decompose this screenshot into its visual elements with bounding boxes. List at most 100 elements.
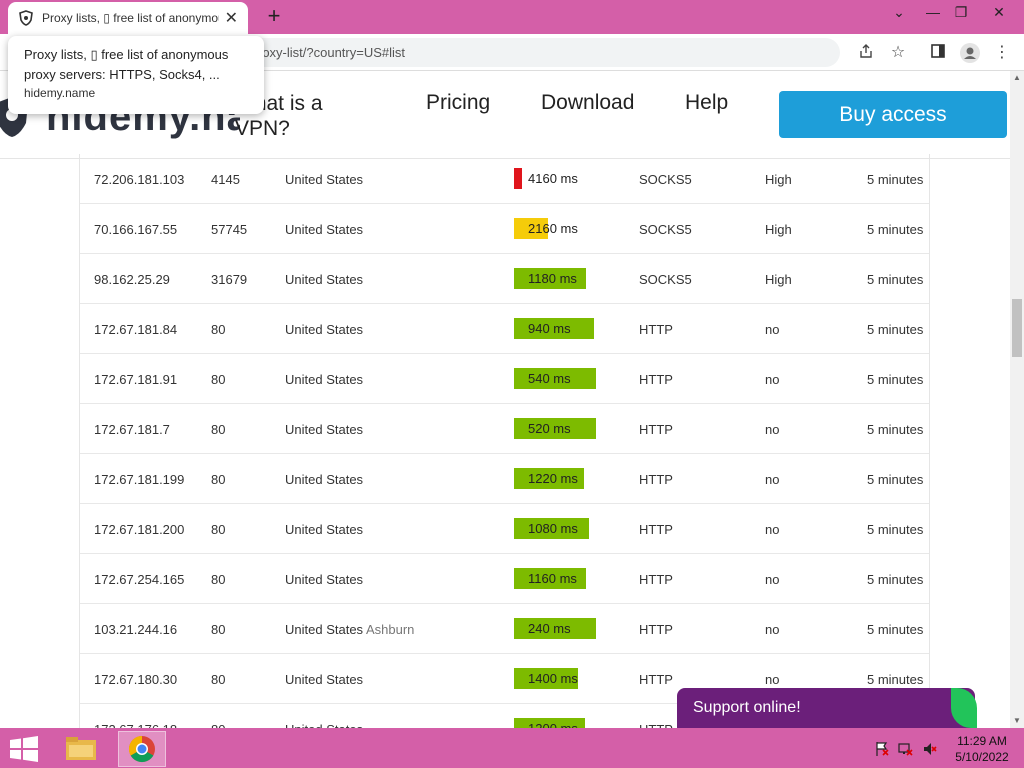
proxy-type: HTTP — [639, 322, 673, 337]
proxy-anonymity: no — [765, 322, 780, 337]
browser-menu-icon[interactable]: ⋮ — [992, 43, 1012, 63]
proxy-type: HTTP — [639, 622, 673, 637]
proxy-row: 103.21.244.16 80 United States Ashburn 240 … — [80, 604, 929, 654]
address-bar[interactable]: roxy-list/?country=US#list — [228, 38, 840, 67]
proxy-city: Ashburn — [365, 622, 415, 637]
proxy-type: HTTP — [639, 422, 673, 437]
proxy-location: United States — [285, 372, 363, 387]
proxy-row: 72.206.181.103 4145 United States 4160 ms S… — [80, 154, 929, 204]
proxy-anonymity: High — [765, 272, 792, 287]
proxy-country: United States — [285, 672, 364, 687]
file-explorer-taskbar-icon[interactable] — [57, 731, 105, 767]
proxy-port: 57745 — [211, 222, 248, 237]
speed-value: 1180 ms — [528, 271, 577, 286]
proxy-type: HTTP — [639, 372, 673, 387]
network-icon[interactable] — [898, 741, 914, 757]
browser-tab-strip: Proxy lists, ▯ free list of anonymous pr… — [0, 0, 1024, 34]
proxy-type: HTTP — [639, 522, 673, 537]
support-chat-widget[interactable]: Support online! — [677, 688, 977, 728]
nav-help[interactable]: Help — [685, 91, 728, 115]
proxy-type: HTTP — [639, 572, 673, 587]
speed-value: 1220 ms — [528, 471, 578, 486]
scrollbar-thumb[interactable] — [1012, 299, 1022, 357]
proxy-anonymity: no — [765, 522, 780, 537]
online-status-icon — [951, 688, 977, 728]
proxy-location: United States — [285, 672, 363, 687]
new-tab-plus-icon[interactable]: + — [262, 5, 286, 29]
browser-tab[interactable]: Proxy lists, ▯ free list of anonymous pr… — [8, 2, 248, 34]
windows-taskbar: 11:29 AM 5/10/2022 — [0, 728, 1024, 768]
proxy-country: United States — [285, 572, 364, 587]
volume-muted-icon[interactable] — [922, 741, 938, 757]
proxy-ip: 172.67.181.200 — [94, 522, 185, 537]
proxy-location: United States — [285, 472, 363, 487]
address-url[interactable]: roxy-list/?country=US#list — [258, 45, 405, 60]
scroll-down-arrow-icon[interactable]: ▼ — [1010, 714, 1024, 728]
proxy-port: 4145 — [211, 172, 240, 187]
proxy-country: United States — [285, 522, 364, 537]
proxy-row: 172.67.181.7 80 United States 520 ms HTTP no… — [80, 404, 929, 454]
minimize-icon[interactable]: — — [918, 4, 948, 20]
proxy-last-check: 5 minutes — [867, 372, 924, 387]
proxy-anonymity: no — [765, 572, 780, 587]
tab-close-icon[interactable]: ✕ — [225, 8, 238, 28]
proxy-port: 80 — [211, 472, 226, 487]
proxy-last-check: 5 minutes — [867, 222, 924, 237]
page-scrollbar[interactable]: ▲ ▼ — [1010, 71, 1024, 728]
proxy-location: United States — [285, 522, 363, 537]
proxy-ip: 70.166.167.55 — [94, 222, 178, 237]
tab-hover-tooltip: Proxy lists, ▯ free list of anonymous pr… — [8, 36, 264, 114]
proxy-type: HTTP — [639, 672, 673, 687]
chrome-taskbar-icon[interactable] — [118, 731, 166, 767]
proxy-row: 172.67.254.165 80 United States 1160 ms HTT… — [80, 554, 929, 604]
clock-time: 11:29 AM — [957, 734, 1007, 748]
proxy-anonymity: no — [765, 672, 780, 687]
proxy-row: 172.67.181.199 80 United States 1220 ms HTT… — [80, 454, 929, 504]
proxy-location: United States Ashburn — [285, 622, 414, 637]
proxy-last-check: 5 minutes — [867, 322, 924, 337]
share-icon[interactable] — [856, 43, 876, 63]
proxy-location: United States — [285, 272, 363, 287]
profile-avatar-icon[interactable] — [960, 43, 980, 63]
proxy-location: United States — [285, 422, 363, 437]
proxy-row: 172.67.181.91 80 United States 540 ms HTTP n… — [80, 354, 929, 404]
speed-value: 240 ms — [528, 621, 571, 636]
proxy-ip: 172.67.181.7 — [94, 422, 170, 437]
scroll-up-arrow-icon[interactable]: ▲ — [1010, 71, 1024, 85]
system-clock[interactable]: 11:29 AM 5/10/2022 — [950, 733, 1014, 765]
proxy-country: United States — [285, 372, 364, 387]
proxy-port: 80 — [211, 622, 226, 637]
action-center-flag-icon[interactable] — [874, 741, 890, 757]
proxy-country: United States — [285, 422, 364, 437]
bookmark-star-icon[interactable]: ☆ — [888, 43, 908, 63]
proxy-port: 80 — [211, 672, 226, 687]
speed-value: 940 ms — [528, 321, 571, 336]
windows-start-icon[interactable] — [10, 736, 38, 762]
proxy-anonymity: High — [765, 172, 792, 187]
side-panel-icon[interactable] — [928, 43, 948, 63]
proxy-last-check: 5 minutes — [867, 422, 924, 437]
proxy-row: 172.67.181.200 80 United States 1080 ms HTT… — [80, 504, 929, 554]
proxy-country: United States — [285, 222, 364, 237]
nav-download[interactable]: Download — [541, 91, 634, 115]
window-close-icon[interactable]: ✕ — [984, 4, 1014, 21]
speed-value: 1080 ms — [528, 521, 578, 536]
proxy-anonymity: no — [765, 472, 780, 487]
tab-search-chevron-icon[interactable]: ⌄ — [884, 4, 914, 21]
speed-bar — [514, 168, 522, 189]
speed-value: 1200 ms — [528, 721, 578, 728]
proxy-country: United States — [285, 472, 364, 487]
proxy-row: 98.162.25.29 31679 United States 1180 ms SO… — [80, 254, 929, 304]
proxy-type: SOCKS5 — [639, 222, 692, 237]
nav-pricing[interactable]: Pricing — [426, 91, 490, 115]
proxy-last-check: 5 minutes — [867, 622, 924, 637]
proxy-last-check: 5 minutes — [867, 472, 924, 487]
buy-access-button[interactable]: Buy access — [779, 91, 1007, 138]
proxy-last-check: 5 minutes — [867, 172, 924, 187]
speed-value: 1160 ms — [528, 571, 577, 586]
restore-icon[interactable]: ❐ — [946, 4, 976, 21]
proxy-row: 70.166.167.55 57745 United States 2160 ms S… — [80, 204, 929, 254]
proxy-last-check: 5 minutes — [867, 522, 924, 537]
proxy-ip: 172.67.180.30 — [94, 672, 178, 687]
proxy-country: United States — [285, 272, 364, 287]
